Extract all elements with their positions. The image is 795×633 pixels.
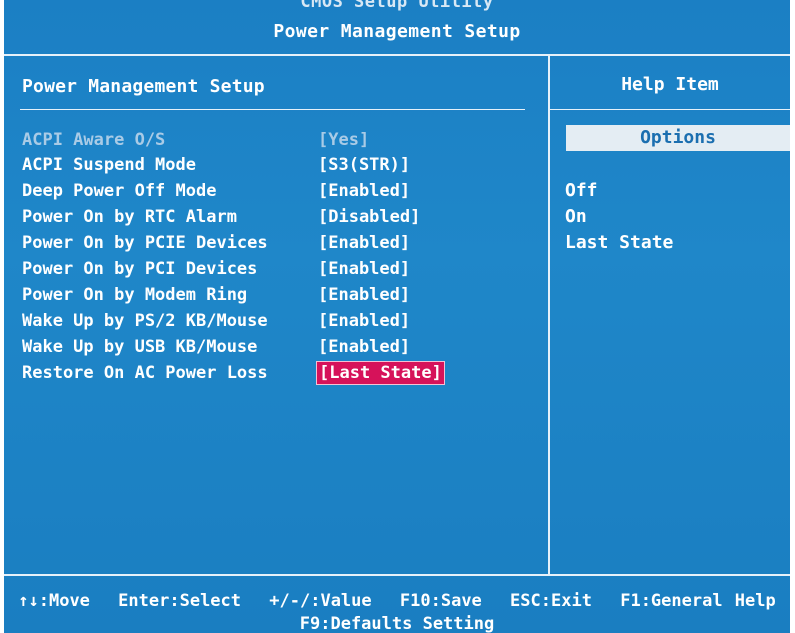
key-hint-defaults: F9:Defaults Setting — [299, 614, 495, 633]
left-heading-underline — [20, 109, 525, 110]
page-title: Power Management Setup — [273, 21, 521, 42]
bios-screen: CMOS Setup Utility Power Management Setu… — [4, 0, 790, 633]
help-option-off: Off — [565, 180, 598, 201]
setting-value[interactable]: [Enabled] — [318, 257, 410, 281]
key-hint-action: :General Help — [640, 591, 776, 611]
setting-value[interactable]: [Enabled] — [318, 335, 410, 359]
key-hint-action: :Select — [169, 591, 242, 611]
setting-row-power-on-pci-devices[interactable]: Power On by PCI Devices [Enabled] — [22, 257, 452, 281]
setting-value[interactable]: [Enabled] — [318, 179, 410, 203]
help-options-list: Off On Last State — [565, 178, 673, 256]
key-hint-action: :Move — [38, 591, 90, 611]
key-hint-key: ESC — [510, 591, 541, 611]
utility-title: CMOS Setup Utility — [300, 0, 494, 12]
key-help-bar: ↑↓:Move Enter:Select +/-/:Value F10:Save… — [4, 589, 790, 613]
help-panel-heading: Help Item — [621, 74, 719, 95]
setting-value[interactable]: [Enabled] — [318, 231, 410, 255]
key-hint-action: :Value — [310, 591, 372, 611]
setting-row-restore-on-ac-power-loss[interactable]: Restore On AC Power Loss [Last State] — [22, 361, 452, 385]
help-option-last-state: Last State — [565, 232, 674, 253]
setting-row-acpi-suspend-mode[interactable]: ACPI Suspend Mode [S3(STR)] — [22, 153, 452, 177]
setting-label: ACPI Suspend Mode — [22, 155, 196, 175]
setting-value[interactable]: [Disabled] — [318, 205, 420, 229]
key-hint-key: F1 — [620, 591, 641, 611]
setting-label: Power On by PCIE Devices — [22, 233, 268, 253]
setting-row-wake-up-ps2[interactable]: Wake Up by PS/2 KB/Mouse [Enabled] — [22, 309, 452, 333]
key-hint-general-help: F1:General Help — [620, 591, 776, 611]
setting-label: Deep Power Off Mode — [22, 181, 217, 201]
key-hint-exit: ESC:Exit — [510, 591, 592, 611]
setting-label: Wake Up by USB KB/Mouse — [22, 337, 258, 357]
setting-row-acpi-aware-os: ACPI Aware O/S [Yes] — [22, 128, 452, 152]
options-header: Options — [566, 125, 790, 151]
key-hint-key: F10 — [399, 591, 431, 611]
setting-label: Power On by PCI Devices — [22, 259, 258, 279]
setting-label: Restore On AC Power Loss — [22, 363, 268, 383]
key-hint-save: F10:Save — [400, 591, 482, 611]
setting-row-deep-power-off-mode[interactable]: Deep Power Off Mode [Enabled] — [22, 179, 452, 203]
setting-label: Power On by Modem Ring — [22, 285, 248, 305]
frame-top-line — [4, 54, 790, 56]
frame-bottom-line — [4, 574, 790, 576]
key-hint-action: :Save — [430, 591, 482, 611]
key-hint-action: :Exit — [540, 591, 592, 611]
setting-row-power-on-modem-ring[interactable]: Power On by Modem Ring [Enabled] — [22, 283, 452, 307]
arrow-keys-icon: ↑↓ — [18, 591, 39, 611]
key-hint-key: Enter — [118, 591, 170, 611]
setting-value[interactable]: [S3(STR)] — [318, 153, 410, 177]
setting-row-power-on-pcie-devices[interactable]: Power On by PCIE Devices [Enabled] — [22, 231, 452, 255]
key-hint-value: +/-/:Value — [269, 591, 371, 611]
setting-label: ACPI Aware O/S — [22, 130, 166, 150]
key-hint-move: ↑↓:Move — [18, 591, 90, 611]
left-panel-heading: Power Management Setup — [22, 76, 265, 97]
key-hint-select: Enter:Select — [118, 591, 241, 611]
setting-value: [Yes] — [318, 130, 370, 150]
setting-value[interactable]: [Enabled] — [318, 309, 410, 333]
setting-label: Power On by RTC Alarm — [22, 207, 237, 227]
help-option-on: On — [565, 206, 587, 227]
frame-divider-vertical — [548, 56, 550, 575]
setting-row-wake-up-usb[interactable]: Wake Up by USB KB/Mouse [Enabled] — [22, 335, 452, 359]
selected-setting-value[interactable]: [Last State] — [316, 361, 445, 385]
right-heading-underline — [550, 109, 790, 110]
key-hint-key: +/-/ — [269, 591, 311, 611]
setting-row-power-on-rtc-alarm[interactable]: Power On by RTC Alarm [Disabled] — [22, 205, 452, 229]
setting-label: Wake Up by PS/2 KB/Mouse — [22, 311, 268, 331]
setting-value[interactable]: [Enabled] — [318, 283, 410, 307]
